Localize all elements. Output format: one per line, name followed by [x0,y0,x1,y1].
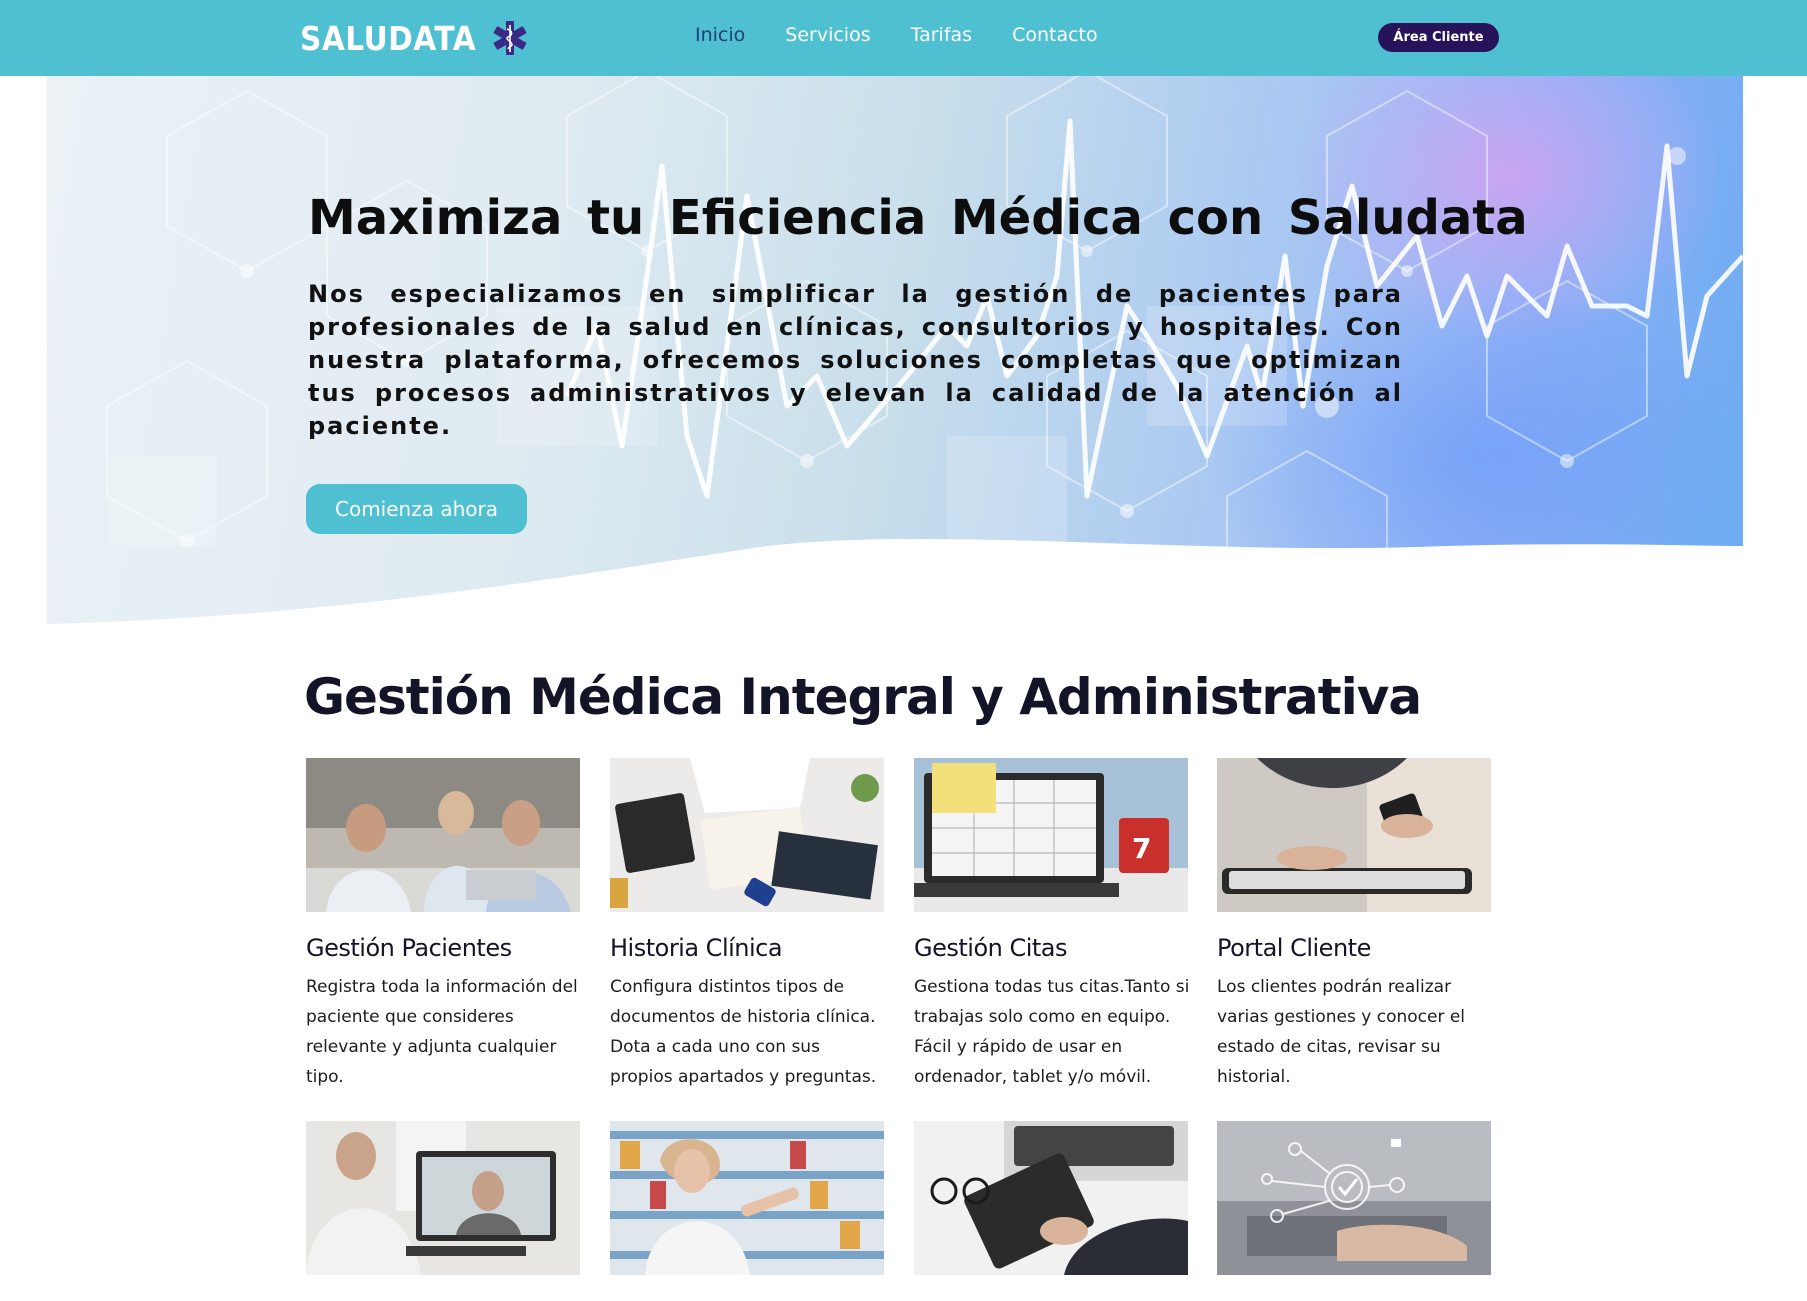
card-title: Portal Cliente [1217,934,1371,962]
nav-contacto[interactable]: Contacto [1012,24,1098,46]
start-now-button[interactable]: Comienza ahora [306,484,527,534]
feature-card-gestion-citas[interactable]: 7 Gestión Citas Gestiona todas tus citas… [914,758,1190,1092]
logo[interactable]: SALUDATA [300,14,530,62]
card-text: Configura distintos tipos de documentos … [610,977,877,1087]
star-of-life-icon [493,21,527,55]
hero-description: Nos especializamos en simplificar la ges… [308,280,1403,440]
card-text: Gestiona todas tus citas.Tanto si trabaj… [914,977,1190,1087]
meeting-photo [306,758,580,912]
card-title: Historia Clínica [610,934,783,962]
doctor-desk-photo [610,758,884,912]
nav-tarifas[interactable]: Tarifas [911,24,972,46]
calendar-laptop-photo: 7 [914,758,1188,912]
feature-card-portal-cliente[interactable]: Portal Cliente Los clientes podrán reali… [1217,758,1491,1092]
telemedicine-photo [306,1121,580,1275]
svg-text:7: 7 [1132,832,1151,865]
card-title: Gestión Citas [914,934,1068,962]
security-tech-photo [1217,1121,1491,1275]
client-area-button[interactable]: Área Cliente [1378,23,1499,52]
hero-banner: Maximiza tu Eficiencia Médica con Saluda… [47,76,1743,642]
logo-text: SALUDATA [300,18,477,58]
feature-card-gestion-pacientes[interactable]: Gestión Pacientes Registra toda la infor… [306,758,580,1092]
nav-inicio[interactable]: Inicio [695,24,745,46]
card-text: Los clientes podrán realizar varias gest… [1217,977,1466,1087]
accounting-photo [914,1121,1188,1275]
hero-title: Maximiza tu Eficiencia Médica con Saluda… [308,190,1528,246]
pharmacy-photo [610,1121,884,1275]
card-text: Registra toda la información del pacient… [306,977,578,1087]
top-navbar: SALUDATA Inicio Servicios Tarifas Contac… [0,0,1807,76]
section-title: Gestión Médica Integral y Administrativa [304,668,1422,726]
card-title: Gestión Pacientes [306,934,512,962]
feature-card-historia-clinica[interactable]: Historia Clínica Configura distintos tip… [610,758,884,1092]
main-nav: Inicio Servicios Tarifas Contacto [695,24,1098,46]
tablet-hands-photo [1217,758,1491,912]
nav-servicios[interactable]: Servicios [785,24,870,46]
